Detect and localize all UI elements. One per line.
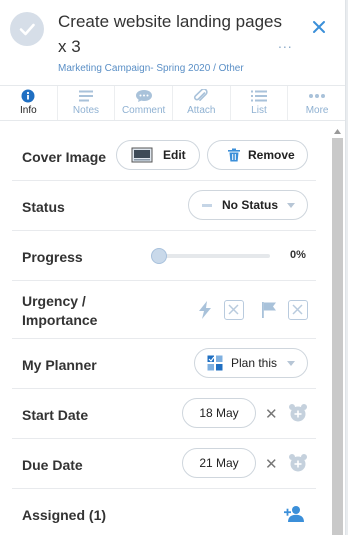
importance-label: Importance [22,312,98,328]
due-date-picker[interactable]: 21 May [182,448,256,478]
x-box-icon [228,304,239,315]
clear-due-date-button[interactable]: ✕ [265,455,278,473]
progress-slider-thumb[interactable] [151,248,167,264]
image-thumbnail-icon [131,147,153,163]
add-user-icon[interactable] [284,505,304,523]
remove-label: Remove [248,148,295,162]
tab-label: List [251,105,267,116]
status-row: Status No Status [12,181,316,231]
important-checkbox[interactable] [288,300,308,320]
tab-list[interactable]: List [231,86,289,120]
assigned-label: Assigned (1) [22,507,107,523]
tab-info[interactable]: Info [0,86,58,120]
due-date-label: Due Date [22,457,83,473]
start-date-value: 18 May [199,406,239,420]
title-more-icon[interactable]: ... [278,35,293,51]
chevron-down-icon [287,202,296,208]
checkmark-icon [19,23,35,36]
notes-icon [78,90,93,102]
alarm-clock-icon[interactable] [288,403,308,423]
chevron-up-icon [334,128,341,134]
comment-icon [135,90,152,102]
detail-tabs: Info Notes Comment Attach List More [0,85,345,121]
urgency-label: Urgency / [22,293,86,309]
tab-label: More [305,105,329,116]
task-header: Create website landing pages x 3 ... Mar… [0,0,345,85]
more-dots-icon [309,94,326,98]
breadcrumb[interactable]: Marketing Campaign- Spring 2020 / Other [58,63,244,74]
trash-icon [228,148,240,162]
lightning-icon [199,301,211,319]
progress-row: Progress 0% [12,231,316,281]
start-date-row: Start Date 18 May ✕ [12,389,316,439]
status-label: Status [22,199,65,215]
planner-label: My Planner [22,357,97,373]
flag-icon [262,302,276,318]
tab-label: Attach [187,105,216,116]
task-title[interactable]: Create website landing pages x 3 [58,9,288,59]
info-icon [21,89,35,103]
info-content: Cover Image Edit Remove Status No Status… [0,121,345,535]
cover-image-row: Cover Image Edit Remove [12,131,316,181]
progress-slider-track[interactable] [152,254,270,258]
remove-cover-button[interactable]: Remove [207,140,308,170]
tab-label: Notes [72,105,100,116]
planner-value: Plan this [231,356,278,370]
scrollbar-thumb[interactable] [332,138,343,535]
status-dropdown[interactable]: No Status [188,190,308,220]
cover-image-label: Cover Image [22,149,107,165]
start-date-label: Start Date [22,407,89,423]
status-dash-icon [202,203,212,207]
task-detail-panel: Create website landing pages x 3 ... Mar… [0,0,346,535]
tab-more[interactable]: More [288,86,345,120]
planner-grid-icon [207,355,223,371]
scroll-up-arrow[interactable] [332,125,343,137]
alarm-clock-icon[interactable] [288,453,308,473]
tab-comment[interactable]: Comment [115,86,173,120]
due-date-value: 21 May [199,456,239,470]
tab-notes[interactable]: Notes [58,86,116,120]
tab-label: Comment [121,105,166,116]
tab-attach[interactable]: Attach [173,86,231,120]
planner-row: My Planner Plan this [12,339,316,389]
tab-label: Info [19,105,37,116]
chevron-down-icon [287,360,296,366]
urgency-row: Urgency / Importance [12,281,316,339]
planner-dropdown[interactable]: Plan this [194,348,308,378]
close-button[interactable] [308,16,330,38]
progress-label: Progress [22,249,83,265]
close-icon [313,21,325,33]
x-box-icon [292,304,303,315]
clear-start-date-button[interactable]: ✕ [265,405,278,423]
list-icon [250,90,267,102]
start-date-picker[interactable]: 18 May [182,398,256,428]
edit-cover-button[interactable]: Edit [116,140,200,170]
assigned-row: Assigned (1) [12,489,316,535]
status-value: No Status [222,198,279,212]
progress-value: 0% [290,249,306,261]
paperclip-icon [194,89,208,101]
complete-task-checkbox[interactable] [10,12,44,46]
edit-label: Edit [163,148,186,162]
urgent-checkbox[interactable] [224,300,244,320]
due-date-row: Due Date 21 May ✕ [12,439,316,489]
